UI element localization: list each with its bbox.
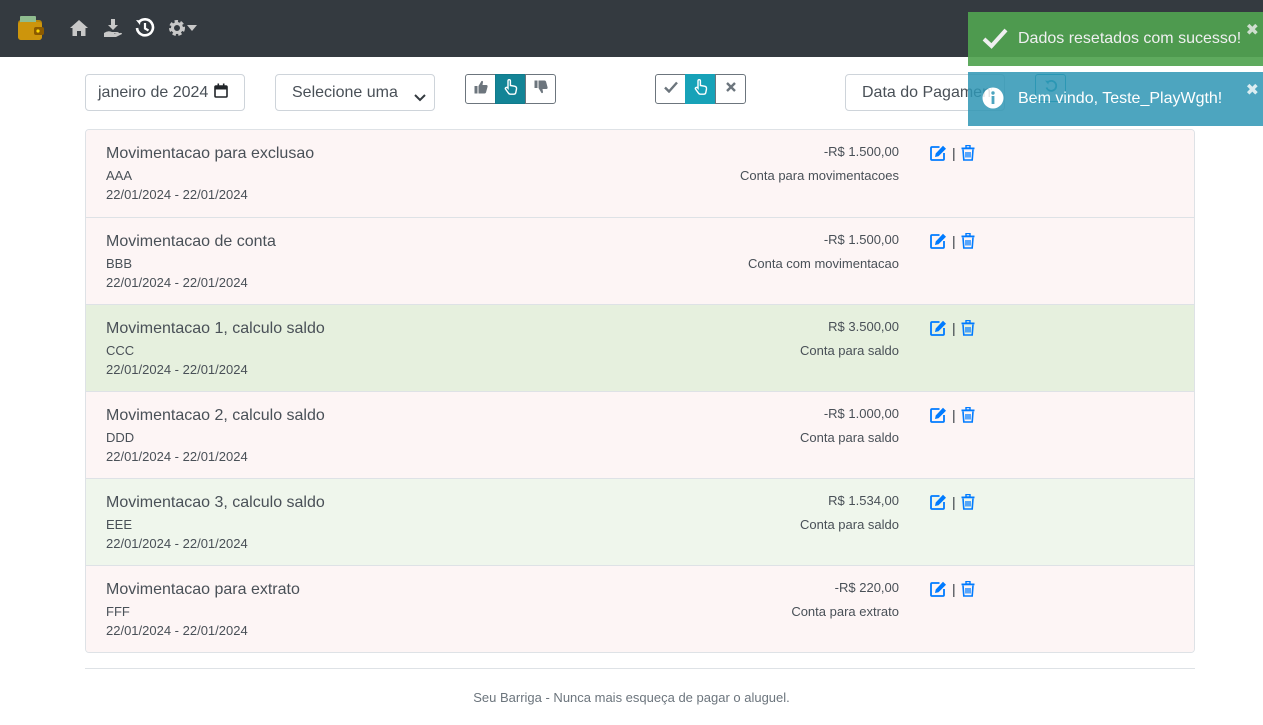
action-separator: | bbox=[952, 494, 956, 510]
movimentacao-title: Movimentacao para extrato bbox=[106, 581, 300, 598]
hand-holding-money-icon[interactable] bbox=[102, 17, 124, 39]
receita-filter-button[interactable] bbox=[465, 74, 496, 104]
movimentacao-description: FFF bbox=[106, 604, 130, 619]
trash-icon[interactable] bbox=[961, 407, 975, 423]
movimentacao-row: Movimentacao 2, calculo saldo DDD 22/01/… bbox=[86, 391, 1194, 478]
trash-icon[interactable] bbox=[961, 233, 975, 249]
movimentacao-conta: Conta para saldo bbox=[799, 517, 899, 532]
movimentacao-value: -R$ 1.500,00 bbox=[823, 144, 899, 159]
toast-message: Dados resetados com sucesso! bbox=[1018, 30, 1242, 47]
edit-icon[interactable] bbox=[930, 233, 947, 249]
edit-icon[interactable] bbox=[930, 581, 947, 597]
movimentacao-dates: 22/01/2024 - 22/01/2024 bbox=[106, 536, 248, 551]
movimentacao-dates: 22/01/2024 - 22/01/2024 bbox=[106, 623, 248, 638]
movimentacao-description: EEE bbox=[106, 517, 133, 532]
movimentacao-dates: 22/01/2024 - 22/01/2024 bbox=[106, 362, 248, 377]
movimentacao-title: Movimentacao 1, calculo saldo bbox=[106, 320, 325, 337]
movimentacao-actions: | bbox=[930, 494, 975, 510]
movimentacao-actions: | bbox=[930, 233, 975, 249]
edit-icon[interactable] bbox=[930, 407, 947, 423]
despesa-filter-button[interactable] bbox=[525, 74, 556, 104]
gear-icon[interactable] bbox=[166, 17, 188, 39]
home-icon[interactable] bbox=[68, 17, 90, 39]
action-separator: | bbox=[952, 233, 956, 249]
action-separator: | bbox=[952, 581, 956, 597]
movimentacao-value: R$ 1.534,00 bbox=[828, 493, 899, 508]
times-icon bbox=[725, 80, 737, 98]
movimentacao-row: Movimentacao de conta BBB 22/01/2024 - 2… bbox=[86, 217, 1194, 304]
movimentacao-value: -R$ 1.000,00 bbox=[823, 406, 899, 421]
check-icon bbox=[982, 27, 1008, 54]
conta-select[interactable]: Selecione uma conta bbox=[275, 74, 435, 111]
movimentacao-description: DDD bbox=[106, 430, 135, 445]
trash-icon[interactable] bbox=[961, 581, 975, 597]
caret-down-icon[interactable] bbox=[186, 17, 198, 39]
thumbs-down-icon bbox=[534, 80, 548, 99]
movimentacao-actions: | bbox=[930, 581, 975, 597]
movimentacao-description: CCC bbox=[106, 343, 135, 358]
conta-select-placeholder: Selecione uma conta bbox=[292, 83, 402, 101]
success-toast[interactable]: Dados resetados com sucesso! ✖ bbox=[968, 12, 1263, 66]
info-toast[interactable]: Bem vindo, Teste_PlayWgth! ✖ bbox=[968, 72, 1263, 126]
movimentacao-actions: | bbox=[930, 320, 975, 336]
movimentacao-conta: Conta para movimentacoes bbox=[740, 168, 899, 183]
movimentacao-dates: 22/01/2024 - 22/01/2024 bbox=[106, 275, 248, 290]
movimentacao-row: Movimentacao 3, calculo saldo EEE 22/01/… bbox=[86, 478, 1194, 565]
movimentacao-title: Movimentacao de conta bbox=[106, 233, 276, 250]
month-input[interactable]: janeiro de 2024 bbox=[85, 74, 245, 111]
all-tipo-filter-button[interactable] bbox=[495, 74, 526, 104]
movimentacao-value: R$ 3.500,00 bbox=[828, 319, 899, 334]
movimentacao-dates: 22/01/2024 - 22/01/2024 bbox=[106, 187, 248, 202]
chevron-down-icon bbox=[414, 89, 426, 107]
action-separator: | bbox=[952, 407, 956, 423]
edit-icon[interactable] bbox=[930, 320, 947, 336]
footer-text: Seu Barriga - Nunca mais esqueça de paga… bbox=[473, 690, 790, 705]
hand-pointer-icon bbox=[504, 78, 518, 100]
movimentacao-list: Movimentacao para exclusao AAA 22/01/202… bbox=[85, 129, 1195, 653]
movimentacao-description: AAA bbox=[106, 168, 133, 183]
movimentacao-dates: 22/01/2024 - 22/01/2024 bbox=[106, 449, 248, 464]
info-icon bbox=[982, 87, 1004, 114]
all-status-filter-button[interactable] bbox=[685, 74, 716, 104]
trash-icon[interactable] bbox=[961, 494, 975, 510]
hand-pointer-icon bbox=[694, 78, 708, 100]
history-icon[interactable] bbox=[134, 17, 156, 39]
toast-message: Bem vindo, Teste_PlayWgth! bbox=[1018, 90, 1223, 107]
movimentacao-conta: Conta para saldo bbox=[799, 430, 899, 445]
close-icon[interactable]: ✖ bbox=[1246, 20, 1259, 40]
movimentacao-title: Movimentacao 3, calculo saldo bbox=[106, 494, 325, 511]
movimentacao-value: -R$ 220,00 bbox=[834, 580, 899, 595]
movimentacao-description: BBB bbox=[106, 256, 133, 271]
trash-icon[interactable] bbox=[961, 320, 975, 336]
movimentacao-conta: Conta para saldo bbox=[799, 343, 899, 358]
movimentacao-actions: | bbox=[930, 407, 975, 423]
movimentacao-row: Movimentacao 1, calculo saldo CCC 22/01/… bbox=[86, 304, 1194, 391]
tipo-filter-group bbox=[465, 74, 556, 104]
footer-divider bbox=[85, 668, 1195, 669]
thumbs-up-icon bbox=[474, 80, 488, 99]
action-separator: | bbox=[952, 320, 956, 336]
movimentacao-title: Movimentacao para exclusao bbox=[106, 145, 315, 162]
movimentacao-conta: Conta com movimentacao bbox=[747, 256, 899, 271]
month-value: janeiro de 2024 bbox=[98, 83, 209, 101]
movimentacao-title: Movimentacao 2, calculo saldo bbox=[106, 407, 325, 424]
trash-icon[interactable] bbox=[961, 145, 975, 161]
edit-icon[interactable] bbox=[930, 494, 947, 510]
action-separator: | bbox=[952, 145, 956, 161]
status-filter-group bbox=[655, 74, 746, 104]
close-icon[interactable]: ✖ bbox=[1246, 80, 1259, 100]
wallet-icon[interactable] bbox=[16, 12, 46, 44]
pendente-filter-button[interactable] bbox=[715, 74, 746, 104]
check-icon bbox=[663, 80, 678, 98]
pago-filter-button[interactable] bbox=[655, 74, 686, 104]
movimentacao-row: Movimentacao para extrato FFF 22/01/2024… bbox=[86, 565, 1194, 652]
edit-icon[interactable] bbox=[930, 145, 947, 161]
movimentacao-row: Movimentacao para exclusao AAA 22/01/202… bbox=[86, 130, 1194, 217]
movimentacao-value: -R$ 1.500,00 bbox=[823, 232, 899, 247]
movimentacao-actions: | bbox=[930, 145, 975, 161]
movimentacao-conta: Conta para extrato bbox=[791, 604, 899, 619]
calendar-icon[interactable] bbox=[214, 83, 229, 103]
